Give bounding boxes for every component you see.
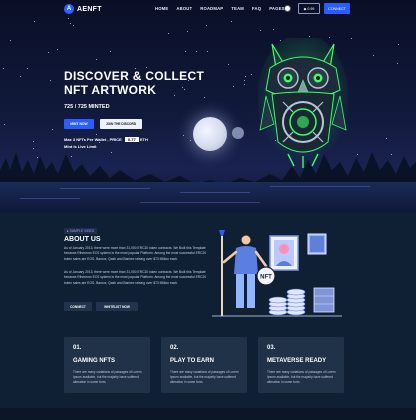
star [207,50,209,52]
star [350,38,352,40]
owl-nft-artwork [258,38,348,168]
card-text: There are many variations of passages of… [267,370,336,384]
star [205,25,207,27]
price-value: 0.77 [124,137,139,142]
about-illustration: NFT [212,230,342,317]
star [56,49,58,51]
star [19,75,21,77]
logo-mark: A [64,4,74,14]
nav-roadmap[interactable]: ROADMAP [200,6,223,11]
card-text: There are many variations of passages of… [73,370,142,384]
star [244,83,246,85]
star [48,52,50,54]
max-per-wallet: Max 3 NFTs Per Wallet , PRICE [64,137,122,142]
logo-text: AENFT [77,5,102,13]
top-nav: A AENFT HOME ABOUT ROADMAP TEAM FAQ PAGE… [0,0,416,18]
star [34,20,36,22]
nav-about[interactable]: ABOUT [176,6,192,11]
mint-live-text: Mint is Live Limit [64,144,97,149]
about-paragraph-2: As of January 2013, there were more than… [64,270,207,285]
star [3,123,5,125]
play-icon: ▸ [67,229,69,233]
star [397,63,399,65]
main-menu: HOME ABOUT ROADMAP TEAM FAQ PAGES [155,6,285,11]
star [250,74,252,76]
logo[interactable]: A AENFT [64,4,102,14]
star [146,67,148,68]
star [185,50,187,52]
card-title: PLAY TO EARN [170,358,214,364]
sample-video-label: SAMPLE VIDEO [69,229,95,233]
star [2,68,4,70]
star [73,25,75,26]
star [195,51,197,53]
star [372,55,374,57]
about-connect-button[interactable]: CONNECT [64,302,92,311]
hero-meta: Max 3 NFTs Per Wallet , PRICE 0.77 ETH M… [64,136,148,150]
star [227,64,229,66]
card-text: There are many variations of passages of… [170,370,239,384]
lake [0,182,416,212]
star [167,33,169,35]
star [50,80,52,82]
nav-faq[interactable]: FAQ [252,6,261,11]
hero-section: A AENFT HOME ABOUT ROADMAP TEAM FAQ PAGE… [0,0,416,212]
star [26,67,28,69]
about-paragraph-1: As of January 2013, there were more than… [64,246,207,261]
star [70,23,72,25]
star [52,129,54,131]
nav-team[interactable]: TEAM [231,6,244,11]
star [230,21,232,23]
star [187,30,189,32]
sample-video-pill[interactable]: ▸ SAMPLE VIDEO [64,228,98,234]
star [243,79,245,81]
wallet-balance: 0.99 [307,6,315,11]
minted-count: 725 / 725 MINTED [64,104,110,110]
about-title: ABOUT US [64,236,101,243]
star [182,135,184,137]
card-number: 01. [73,345,82,351]
feature-card-gaming: 01. GAMING NFTS There are many variation… [64,337,150,393]
star [10,39,12,41]
nft-coin-label: NFT [260,275,272,281]
join-discord-button[interactable]: JOIN THE DISCORD [100,119,142,129]
bottom-strip [0,408,416,420]
eth-icon: ◆ [303,6,307,11]
wallet-button[interactable]: ◆ 0.99 [298,3,320,14]
star [245,75,247,77]
nav-pages[interactable]: PAGES [269,6,284,11]
feature-card-metaverse: 03. METAVERSE READY There are many varia… [258,337,344,393]
star [95,59,97,61]
card-title: GAMING NFTS [73,358,115,364]
small-moon [232,127,244,139]
star [273,28,275,30]
card-number: 02. [170,345,179,351]
star [397,44,399,46]
star [233,86,235,88]
connect-button[interactable]: CONNECT [324,3,350,14]
star [68,18,70,20]
mint-now-button[interactable]: MINT NOW [64,119,94,129]
theme-toggle-icon[interactable] [285,6,290,11]
card-number: 03. [267,345,276,351]
nav-home[interactable]: HOME [155,6,168,11]
hero-title: DISCOVER & COLLECT NFT ARTWORK [64,69,205,97]
star [259,30,261,32]
star [109,51,111,53]
card-title: METAVERSE READY [267,358,327,364]
whitelist-button[interactable]: WHITELIST NOW [96,302,138,311]
price-unit: ETH [139,137,148,142]
feature-card-play-to-earn: 02. PLAY TO EARN There are many variatio… [161,337,247,393]
